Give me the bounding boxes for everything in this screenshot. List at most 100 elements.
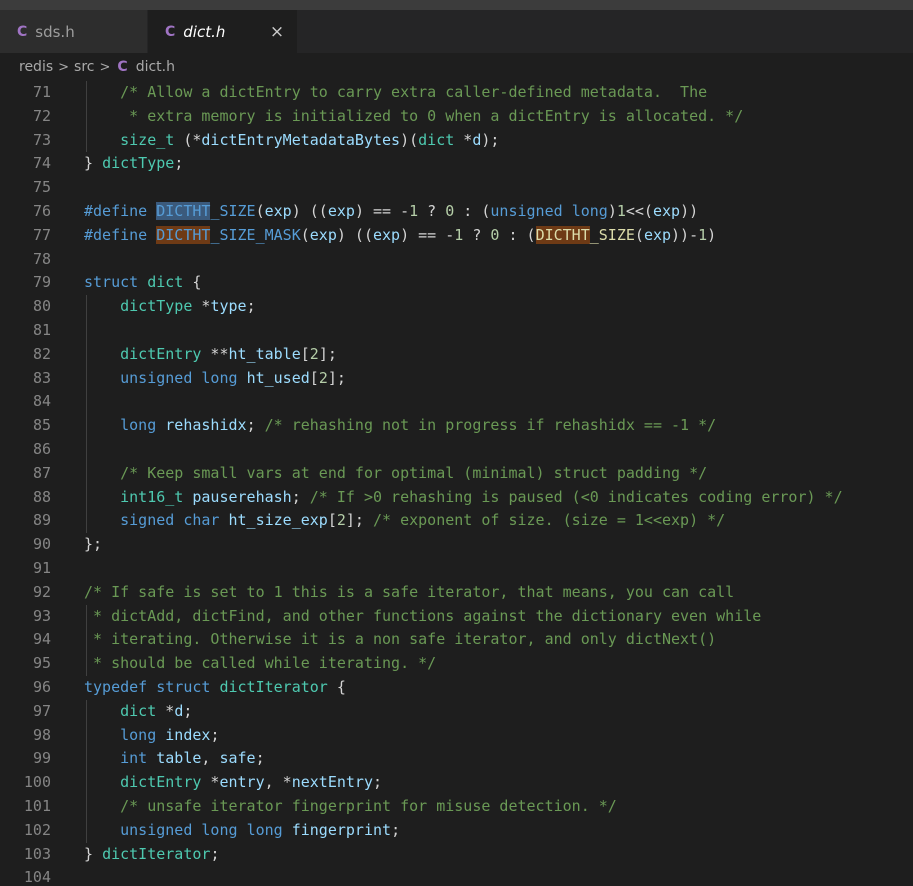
code-text: int table, safe;	[84, 747, 265, 771]
code-line[interactable]: 92 /* If safe is set to 1 this is a safe …	[0, 581, 913, 605]
tab-sds-h[interactable]: C sds.h	[0, 10, 148, 53]
code-token: long	[201, 820, 238, 839]
code-token: };	[84, 535, 103, 554]
close-icon[interactable]: ×	[269, 22, 285, 42]
code-line[interactable]: 82 dictEntry **ht_table[2];	[0, 342, 913, 367]
code-token: )	[607, 201, 617, 220]
code-line[interactable]: 86	[0, 437, 913, 462]
code-token: nextEntry	[291, 773, 373, 792]
code-line[interactable]: 79 struct dict {	[0, 271, 913, 295]
code-text: size_t (*dictEntryMetadataBytes)(dict *d…	[84, 129, 499, 153]
code-line[interactable]: 71 /* Allow a dictEntry to carry extra c…	[0, 81, 913, 105]
code-token: dictIterator	[219, 677, 328, 696]
code-line[interactable]: 101 /* unsafe iterator fingerprint for m…	[0, 794, 913, 819]
code-token: ;	[255, 749, 265, 768]
code-text: } dictType;	[84, 152, 183, 176]
code-line[interactable]: 100 dictEntry *entry, *nextEntry;	[0, 771, 913, 795]
code-token: ?	[463, 225, 491, 244]
code-token: **	[201, 344, 229, 363]
code-token: ))	[680, 201, 699, 220]
code-line[interactable]: 85 long rehashidx; /* rehashing not in p…	[0, 414, 913, 438]
code-token: type	[210, 297, 247, 316]
code-line[interactable]: 98 long index;	[0, 723, 913, 748]
breadcrumb-item-file[interactable]: dict.h	[136, 59, 175, 75]
code-line[interactable]: 102 unsigned long long fingerprint;	[0, 818, 913, 843]
code-line[interactable]: 87 /* Keep small vars at end for optimal…	[0, 461, 913, 486]
code-token: unsigned	[490, 201, 563, 220]
code-line[interactable]: 99 int table, safe;	[0, 747, 913, 772]
code-editor[interactable]: 71 /* Allow a dictEntry to carry extra c…	[0, 81, 913, 886]
code-token: ;	[373, 773, 383, 792]
code-token: )	[707, 225, 717, 244]
code-line[interactable]: 91	[0, 557, 913, 581]
tab-label: dict.h	[183, 22, 226, 41]
code-token: ];	[345, 511, 373, 530]
code-line[interactable]: 77 #define DICTHT_SIZE_MASK(exp) ((exp) =…	[0, 224, 913, 248]
code-line[interactable]: 72 * extra memory is initialized to 0 wh…	[0, 104, 913, 129]
code-line[interactable]: 96 typedef struct dictIterator {	[0, 676, 913, 700]
code-token: {	[183, 273, 202, 292]
line-number: 96	[32, 677, 51, 696]
code-token: <<(	[625, 201, 653, 220]
code-line[interactable]: 88 int16_t pauserehash; /* If >0 rehashi…	[0, 485, 913, 510]
code-token: dictEntry	[120, 344, 202, 363]
code-token: )(	[400, 130, 419, 149]
line-number: 76	[32, 201, 51, 220]
c-file-icon: C	[165, 23, 176, 40]
code-line[interactable]: 103} dictIterator;	[0, 843, 913, 867]
code-line[interactable]: 73 size_t (*dictEntryMetadataBytes)(dict…	[0, 128, 913, 153]
code-text: * should be called while iterating. */	[84, 652, 436, 676]
code-token: );	[481, 130, 500, 149]
tab-dict-h[interactable]: C dict.h ×	[148, 10, 298, 53]
indent-guide	[86, 509, 87, 534]
code-line[interactable]: 104	[0, 866, 913, 886]
code-text: int16_t pauserehash; /* If >0 rehashing …	[84, 486, 842, 510]
code-line[interactable]: 97 dict *d;	[0, 699, 913, 724]
code-line[interactable]: 95 * should be called while iterating. *…	[0, 652, 913, 676]
code-token: pauserehash	[192, 487, 292, 506]
line-number: 87	[32, 463, 51, 482]
line-number: 73	[32, 130, 51, 149]
code-token: 1	[616, 201, 626, 220]
code-line[interactable]: 78	[0, 248, 913, 272]
code-line[interactable]: 94 * iterating. Otherwise it is a non sa…	[0, 628, 913, 653]
code-line[interactable]: 84	[0, 390, 913, 415]
line-number: 78	[32, 249, 51, 268]
code-line[interactable]: 93 * dictAdd, dictFind, and other functi…	[0, 604, 913, 629]
code-token: int16_t	[120, 487, 184, 506]
indent-guide	[86, 794, 87, 819]
code-line[interactable]: 74 } dictType;	[0, 152, 913, 176]
code-token: 0	[445, 201, 455, 220]
code-token: : (	[499, 225, 536, 244]
code-line[interactable]: 90};	[0, 533, 913, 557]
code-line[interactable]: 75	[0, 176, 913, 200]
code-token: ,	[201, 749, 220, 768]
code-token: char	[183, 511, 220, 530]
code-line[interactable]: 81	[0, 318, 913, 343]
indent-guide	[86, 604, 87, 629]
code-token: rehashidx	[165, 416, 247, 435]
code-text: typedef struct dictIterator {	[84, 676, 346, 700]
code-line[interactable]: 76 #define DICTHT_SIZE(exp) ((exp) == -1 …	[0, 200, 913, 224]
breadcrumb-item-redis[interactable]: redis	[19, 59, 53, 75]
breadcrumb-item-src[interactable]: src	[74, 59, 94, 75]
code-token: (*	[174, 130, 202, 149]
line-number: 74	[32, 154, 51, 173]
code-text: * iterating. Otherwise it is a non safe …	[84, 628, 716, 652]
code-token: dict	[120, 701, 157, 720]
code-line[interactable]: 80 dictType *type;	[0, 295, 913, 319]
code-token: , *	[264, 773, 292, 792]
code-line[interactable]: 83 unsigned long ht_used[2];	[0, 366, 913, 391]
code-token: safe	[219, 749, 256, 768]
code-token: * should be called while iterating. */	[84, 654, 437, 673]
code-token: ;	[210, 725, 220, 744]
code-text: dictType *type;	[84, 295, 255, 319]
code-line[interactable]: 89 signed char ht_size_exp[2]; /* expone…	[0, 509, 913, 534]
